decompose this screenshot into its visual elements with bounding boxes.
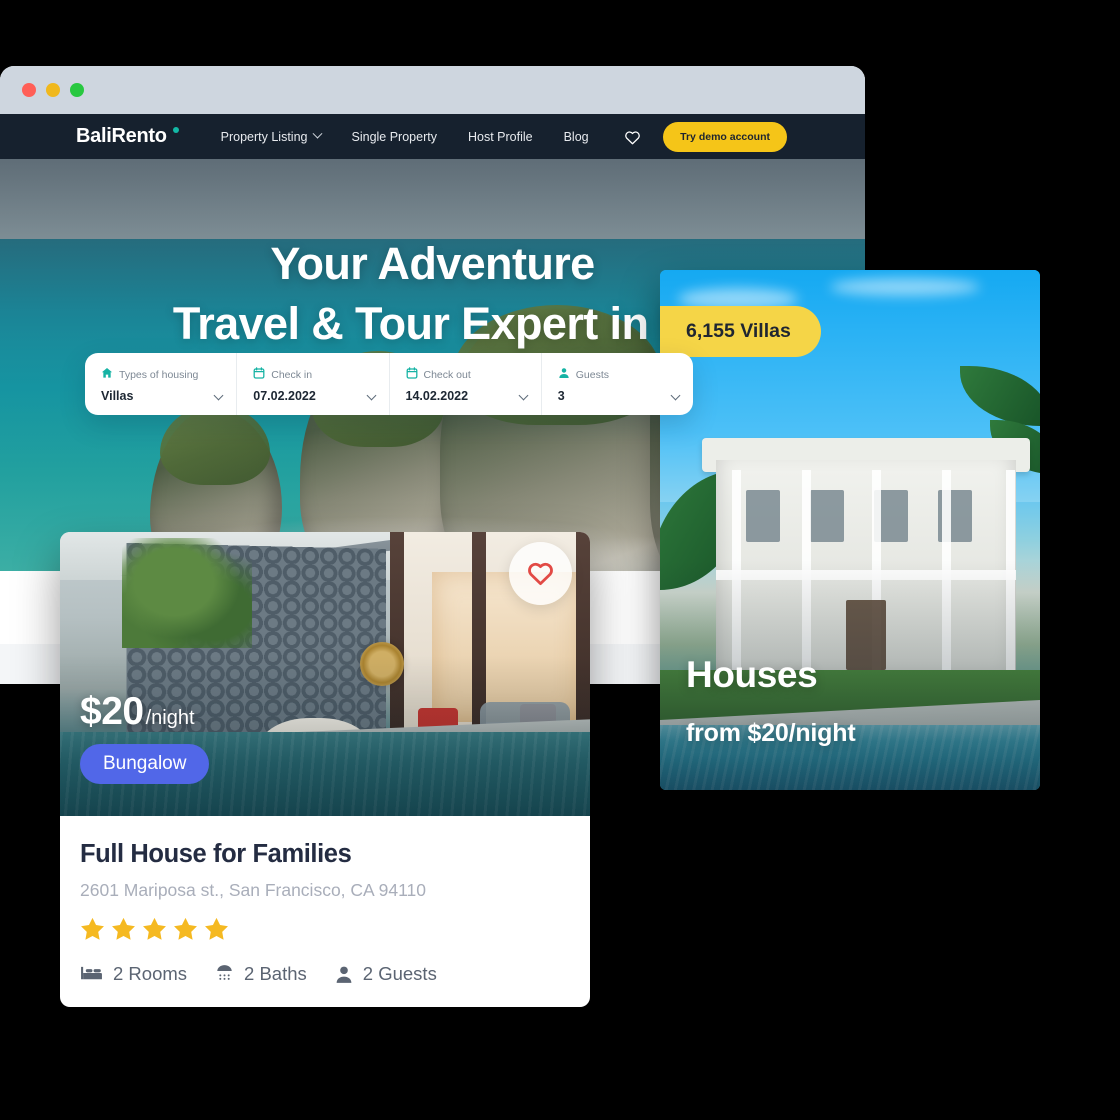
- search-field-label: Check out: [423, 368, 471, 381]
- price-amount: $20: [80, 690, 144, 733]
- star-icon: [80, 917, 105, 941]
- nav-item-host-profile[interactable]: Host Profile: [468, 130, 533, 144]
- star-icon: [204, 917, 229, 941]
- search-field-value: 3: [557, 388, 565, 403]
- nav-item-label: Single Property: [351, 129, 437, 144]
- nav-item-single-property[interactable]: Single Property: [352, 130, 437, 144]
- houses-card-title: Houses: [686, 654, 818, 695]
- property-title: Full House for Families: [80, 840, 352, 868]
- star-icon: [142, 917, 167, 941]
- search-field-value: 07.02.2022: [253, 388, 316, 403]
- calendar-icon: [253, 366, 265, 384]
- feature-guests: 2 Guests: [335, 963, 437, 985]
- price-period: /night: [145, 707, 195, 729]
- person-icon: [558, 366, 570, 384]
- feature-baths: 2 Baths: [215, 963, 307, 985]
- photo-overlay: [60, 656, 590, 816]
- nav-item-blog[interactable]: Blog: [564, 130, 589, 144]
- houses-card-subtitle: from $20/night: [686, 719, 856, 747]
- property-card[interactable]: $20 /night Bungalow Full House for Famil…: [60, 532, 590, 1007]
- nav-item-label: Host Profile: [467, 129, 533, 144]
- search-field-check-in[interactable]: Check in 07.02.2022: [237, 353, 390, 415]
- cloud-shape: [830, 278, 980, 296]
- search-bar: Types of housing Villas Check in 07.02.2…: [85, 353, 693, 415]
- favorite-button[interactable]: [509, 542, 572, 605]
- property-type-tag: Bungalow: [80, 744, 210, 784]
- property-features: 2 Rooms 2 Baths 2 Guests: [80, 963, 570, 985]
- property-address: 2601 Mariposa st., San Francisco, CA 941…: [80, 880, 426, 900]
- person-icon: [335, 965, 353, 984]
- screenshot-stage: BaliRento Property Listing Single Proper…: [0, 0, 1120, 1120]
- search-field-guests[interactable]: Guests 3: [542, 353, 693, 415]
- nav-links: Property Listing Single Property Host Pr…: [220, 128, 589, 144]
- search-field-label: Types of housing: [119, 368, 199, 381]
- chevron-down-icon: [312, 128, 322, 139]
- home-icon: [101, 366, 113, 384]
- photo-foliage: [122, 538, 252, 648]
- rating-stars: [80, 917, 570, 941]
- search-field-header: Check out: [406, 366, 527, 384]
- search-field-value: 14.02.2022: [405, 388, 469, 403]
- star-icon: [173, 917, 198, 941]
- brand-logo[interactable]: BaliRento: [76, 125, 179, 148]
- price-label: $20 /night: [80, 690, 195, 734]
- nav-item-property-listing[interactable]: Property Listing: [220, 128, 322, 144]
- nav-item-label: Property Listing: [220, 129, 308, 144]
- feature-label: 2 Guests: [362, 963, 437, 984]
- window-titlebar: [0, 66, 865, 114]
- heart-icon: [526, 559, 555, 589]
- site-navbar: BaliRento Property Listing Single Proper…: [0, 114, 865, 159]
- feature-label: 2 Baths: [244, 963, 307, 984]
- try-demo-account-button[interactable]: Try demo account: [663, 121, 787, 152]
- calendar-icon: [406, 366, 418, 384]
- property-photo: $20 /night Bungalow: [60, 532, 590, 816]
- search-field-header: Types of housing: [101, 366, 222, 384]
- property-card-body: Full House for Families 2601 Mariposa st…: [60, 816, 590, 1003]
- bed-icon: [80, 965, 103, 984]
- nav-item-label: Blog: [563, 129, 589, 144]
- search-field-header: Check in: [253, 366, 374, 384]
- search-field-label: Guests: [575, 368, 610, 381]
- search-field-label: Check in: [271, 368, 313, 381]
- houses-category-card[interactable]: 6,155 Villas Houses from $20/night: [660, 270, 1040, 790]
- house-window: [810, 490, 844, 542]
- search-field-value: Villas: [101, 388, 134, 403]
- search-field-check-out[interactable]: Check out 14.02.2022: [390, 353, 542, 415]
- feature-label: 2 Rooms: [113, 963, 188, 984]
- feature-rooms: 2 Rooms: [80, 963, 187, 985]
- brand-name: BaliRento: [76, 125, 167, 147]
- window-close-button[interactable]: [22, 83, 36, 97]
- star-icon: [111, 917, 136, 941]
- search-field-types-of-housing[interactable]: Types of housing Villas: [85, 353, 238, 415]
- heart-icon[interactable]: [624, 129, 641, 145]
- shower-icon: [215, 964, 234, 984]
- nav-actions: Try demo account: [624, 121, 865, 152]
- window-maximize-button[interactable]: [70, 83, 84, 97]
- villas-count-badge: 6,155 Villas: [660, 306, 821, 357]
- house-window: [746, 490, 780, 542]
- search-field-header: Guests: [558, 366, 679, 384]
- brand-dot-icon: [172, 127, 179, 133]
- window-minimize-button[interactable]: [46, 83, 60, 97]
